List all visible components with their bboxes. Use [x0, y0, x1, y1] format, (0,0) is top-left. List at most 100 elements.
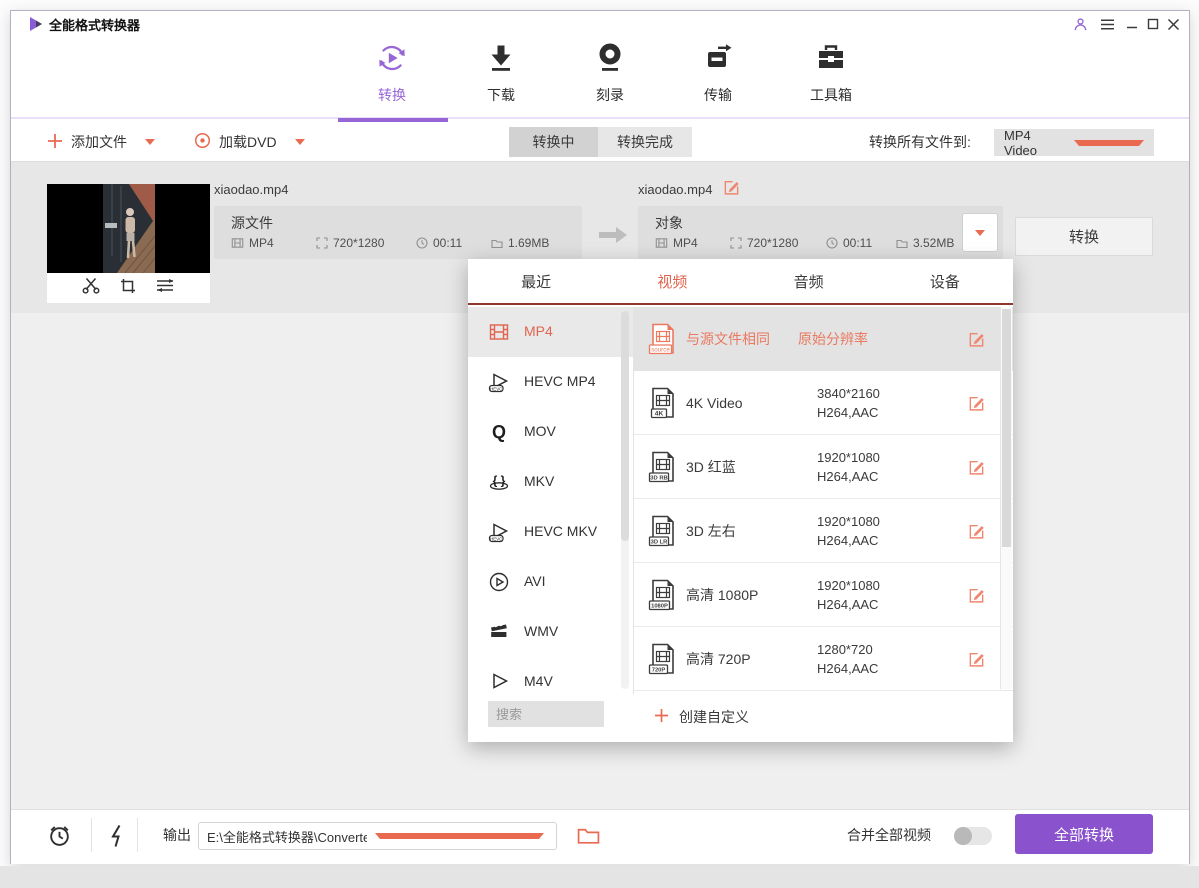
- app-title: 全能格式转换器: [49, 15, 140, 34]
- preset-hd-720p[interactable]: 720P 高清 720P 1280*720H264,AAC: [634, 627, 1013, 691]
- tab-finished[interactable]: 转换完成: [598, 127, 692, 157]
- popup-tab-device[interactable]: 设备: [877, 259, 1013, 303]
- resolution-icon: [316, 237, 328, 249]
- convert-all-button[interactable]: 全部转换: [1015, 814, 1153, 854]
- video-thumbnail[interactable]: [47, 184, 210, 273]
- minimize-button[interactable]: [1123, 16, 1141, 32]
- format-item-mp4[interactable]: MP4: [468, 307, 633, 357]
- open-folder-icon[interactable]: [577, 826, 600, 850]
- format-item-hevc-mkv[interactable]: HEVC HEVC MKV: [468, 507, 633, 557]
- preset-4k-video[interactable]: 4K 4K Video 3840*2160H264,AAC: [634, 371, 1013, 435]
- high-speed-bolt-icon[interactable]: [107, 824, 127, 853]
- app-window: 全能格式转换器 转换: [10, 10, 1190, 864]
- film-icon: [231, 237, 244, 249]
- svg-text:3D RB: 3D RB: [650, 476, 667, 482]
- schedule-alarm-icon[interactable]: [47, 823, 72, 853]
- effects-adjust-icon[interactable]: [156, 278, 175, 298]
- popup-tab-recent[interactable]: 最近: [468, 259, 604, 303]
- tab-toolbox[interactable]: 工具箱: [791, 41, 871, 107]
- source-panel-title: 源文件: [231, 213, 273, 233]
- toolbox-icon: [814, 62, 848, 79]
- tab-transfer[interactable]: 传输: [678, 41, 758, 107]
- edit-preset-icon[interactable]: [968, 587, 985, 609]
- rename-edit-icon[interactable]: [723, 179, 740, 201]
- create-custom-button[interactable]: 创建自定义: [634, 691, 1013, 742]
- divider: [137, 818, 138, 852]
- merge-toggle[interactable]: [954, 827, 992, 845]
- svg-text:HEVC: HEVC: [490, 536, 502, 541]
- output-format-select[interactable]: MP4 Video: [994, 129, 1154, 156]
- edit-preset-icon[interactable]: [968, 651, 985, 673]
- tab-toolbox-label: 工具箱: [791, 85, 871, 105]
- tab-convert[interactable]: 转换: [352, 41, 432, 107]
- source-format: MP4: [231, 236, 274, 250]
- output-path-value: E:\全能格式转换器\Converted: [207, 827, 367, 846]
- format-item-mov[interactable]: Q MOV: [468, 407, 633, 457]
- maximize-button[interactable]: [1144, 16, 1162, 32]
- preset-3d-left-right[interactable]: 3D LR 3D 左右 1920*1080H264,AAC: [634, 499, 1013, 563]
- add-files-label: 添加文件: [71, 132, 127, 152]
- preset-hd-1080p[interactable]: 1080P 高清 1080P 1920*1080H264,AAC: [634, 563, 1013, 627]
- trim-scissors-icon[interactable]: [82, 277, 100, 299]
- thumbnail-toolbar: [47, 273, 210, 303]
- merge-all-label: 合并全部视频: [847, 810, 931, 860]
- account-icon[interactable]: [1071, 16, 1089, 32]
- edit-preset-icon[interactable]: [968, 395, 985, 417]
- source-resolution: 720*1280: [316, 236, 384, 250]
- preset-list: source 与源文件相同 原始分辨率 4K 4K Video 3840*216…: [634, 307, 1013, 742]
- output-label: 输出: [163, 810, 191, 860]
- convert-to-label: 转换所有文件到:: [869, 122, 971, 162]
- preset-scrollbar-thumb[interactable]: [1002, 309, 1011, 547]
- target-resolution: 720*1280: [730, 236, 798, 250]
- format-item-wmv[interactable]: WMV: [468, 607, 633, 657]
- format-item-hevc-mp4[interactable]: HEVC HEVC MP4: [468, 357, 633, 407]
- source-info-panel: 源文件 MP4 720*1280 00:11 1.69MB: [214, 206, 582, 259]
- format-item-m4v[interactable]: M4V: [468, 657, 633, 694]
- clock-icon: [416, 237, 428, 249]
- close-button[interactable]: [1164, 16, 1182, 32]
- 1080p-preset-icon: 1080P: [646, 578, 680, 617]
- svg-text:Q: Q: [492, 422, 506, 442]
- bottombar: 输出 E:\全能格式转换器\Converted 合并全部视频 全部转换: [11, 809, 1189, 864]
- tab-download[interactable]: 下载: [461, 41, 541, 107]
- svg-text:1080P: 1080P: [651, 604, 668, 610]
- transfer-icon: [701, 62, 735, 79]
- search-input[interactable]: [488, 701, 604, 727]
- 3d-lr-preset-icon: 3D LR: [646, 514, 680, 553]
- output-path-select[interactable]: E:\全能格式转换器\Converted: [198, 822, 557, 850]
- divider: [91, 818, 92, 852]
- merge-toggle-knob: [954, 827, 972, 845]
- preset-same-as-source[interactable]: source 与源文件相同 原始分辨率: [634, 307, 1013, 371]
- load-dvd-caret-icon[interactable]: [295, 139, 305, 145]
- popup-tab-video[interactable]: 视频: [604, 259, 740, 303]
- tab-convert-label: 转换: [352, 85, 432, 105]
- convert-row-button[interactable]: 转换: [1015, 217, 1153, 256]
- menu-icon[interactable]: [1098, 16, 1116, 32]
- output-format-caret-icon: [1074, 140, 1144, 146]
- dvd-disc-icon: [194, 132, 211, 152]
- source-to-target-arrow-icon: [597, 226, 629, 249]
- sidebar-scrollbar-thumb[interactable]: [621, 311, 629, 541]
- format-item-avi[interactable]: AVI: [468, 557, 633, 607]
- edit-preset-icon[interactable]: [968, 523, 985, 545]
- add-files-caret-icon[interactable]: [145, 139, 155, 145]
- source-size: 1.69MB: [491, 236, 549, 250]
- add-files-button[interactable]: 添加文件: [47, 122, 155, 162]
- load-dvd-button[interactable]: 加载DVD: [194, 122, 305, 162]
- app-logo-icon: [27, 15, 45, 38]
- output-path-caret-icon: [375, 833, 545, 839]
- popup-tab-audio[interactable]: 音频: [741, 259, 877, 303]
- crop-icon[interactable]: [120, 278, 136, 299]
- hevc-play-icon: HEVC: [488, 521, 510, 548]
- quicktime-q-icon: Q: [488, 421, 510, 448]
- format-item-mkv[interactable]: { } MKV: [468, 457, 633, 507]
- tab-burn[interactable]: 刻录: [570, 41, 650, 107]
- edit-preset-icon[interactable]: [968, 331, 985, 353]
- preset-3d-red-blue[interactable]: 3D RB 3D 红蓝 1920*1080H264,AAC: [634, 435, 1013, 499]
- play-outline-icon: [488, 671, 510, 694]
- target-format-dropdown-button[interactable]: [962, 213, 998, 252]
- source-file-name: xiaodao.mp4: [214, 182, 288, 197]
- toolbar: 添加文件 加载DVD 转换中 转换完成 转换所有文件到: MP4 Video: [11, 122, 1189, 162]
- tab-converting[interactable]: 转换中: [509, 127, 598, 157]
- edit-preset-icon[interactable]: [968, 459, 985, 481]
